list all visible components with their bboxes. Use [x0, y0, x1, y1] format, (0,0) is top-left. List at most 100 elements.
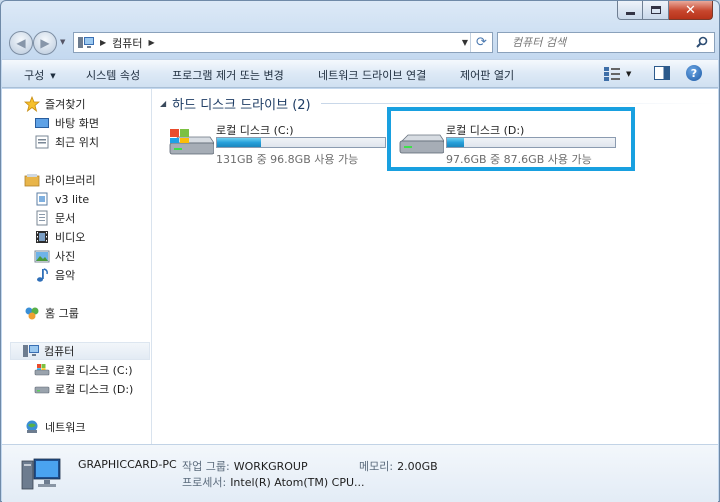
- processor-row: 프로세서: Intel(R) Atom(TM) CPU...: [182, 474, 365, 490]
- forward-button[interactable]: ▶: [33, 31, 57, 55]
- hard-drive-icon: [34, 386, 50, 394]
- command-bar: 구성 ▼ 시스템 속성 프로그램 제거 또는 변경 네트워크 드라이브 연결 제어…: [2, 59, 718, 88]
- processor-value: Intel(R) Atom(TM) CPU...: [230, 476, 365, 489]
- homegroup-icon: [25, 307, 39, 320]
- nav-item-label: 컴퓨터: [44, 345, 75, 358]
- library-icon: [24, 174, 40, 187]
- address-dropdown-icon[interactable]: ▼: [462, 38, 468, 47]
- map-network-drive-button[interactable]: 네트워크 드라이브 연결: [318, 67, 426, 83]
- desktop-icon: [35, 118, 49, 128]
- help-icon: ?: [690, 66, 698, 80]
- highlight-box: [387, 107, 635, 171]
- video-icon: [36, 231, 48, 243]
- back-button[interactable]: ◀: [9, 31, 33, 55]
- nav-item-videos[interactable]: 비디오: [34, 228, 85, 246]
- nav-item-recent-places[interactable]: 최근 위치: [34, 133, 99, 151]
- nav-item-label: 비디오: [55, 231, 86, 244]
- nav-item-pictures[interactable]: 사진: [34, 247, 75, 265]
- workgroup-label: 작업 그룹:: [182, 460, 230, 473]
- nav-item-label: 문서: [55, 212, 76, 225]
- pictures-icon: [34, 250, 50, 263]
- view-options-icon: [604, 67, 620, 81]
- open-control-panel-button[interactable]: 제어판 열기: [460, 67, 514, 83]
- group-header-divider: [320, 102, 716, 104]
- close-icon: ✕: [685, 2, 696, 18]
- drive-free-space: 131GB 중 96.8GB 사용 가능: [216, 153, 359, 166]
- nav-item-computer[interactable]: 컴퓨터: [10, 342, 150, 360]
- navigation-bar: ◀ ▶ ▼ ▶ 컴퓨터 ▶ ▼ ⟳: [7, 29, 715, 55]
- recent-pages-dropdown[interactable]: ▼: [60, 38, 65, 46]
- memory-label: 메모리:: [359, 460, 394, 473]
- change-view-button[interactable]: ▼: [604, 66, 634, 82]
- search-box[interactable]: [497, 32, 715, 53]
- refresh-icon: ⟳: [476, 35, 487, 50]
- nav-item-label: 라이브러리: [45, 174, 96, 187]
- details-pane: GRAPHICCARD-PC 작업 그룹: WORKGROUP 메모리: 2.00G…: [2, 444, 718, 502]
- nav-item-homegroup[interactable]: 홈 그룹: [24, 304, 79, 322]
- nav-item-label: 네트워크: [45, 421, 86, 434]
- collapse-triangle-icon[interactable]: ◢: [160, 99, 166, 108]
- nav-item-music[interactable]: 음악: [34, 266, 75, 284]
- nav-item-label: 즐겨찾기: [45, 98, 86, 111]
- uninstall-program-button[interactable]: 프로그램 제거 또는 변경: [172, 67, 284, 83]
- caption-buttons: ✕: [617, 1, 713, 20]
- workgroup-value: WORKGROUP: [233, 460, 308, 473]
- breadcrumb-computer[interactable]: 컴퓨터: [112, 35, 142, 51]
- minimize-button[interactable]: [617, 1, 643, 20]
- nav-item-libraries[interactable]: 라이브러리: [24, 171, 96, 189]
- preview-pane-button[interactable]: [654, 66, 670, 80]
- nav-item-favorites[interactable]: 즐겨찾기: [24, 95, 85, 113]
- processor-label: 프로세서:: [182, 476, 227, 489]
- minimize-icon: [625, 11, 635, 15]
- chevron-down-icon: ▼: [626, 70, 632, 78]
- nav-item-label: 바탕 화면: [55, 117, 99, 130]
- computer-icon: [21, 458, 61, 490]
- computer-name: GRAPHICCARD-PC: [78, 458, 177, 471]
- workgroup-row: 작업 그룹: WORKGROUP: [182, 458, 308, 474]
- star-icon: [24, 96, 40, 112]
- address-bar[interactable]: ▶ 컴퓨터 ▶ ▼ ⟳: [73, 32, 493, 53]
- navigation-pane: 즐겨찾기 바탕 화면 최근 위치 라이브러리 v3 lite 문서 비디오 사진…: [2, 89, 152, 444]
- system-drive-icon: [34, 364, 50, 376]
- library-folder-icon: [36, 192, 48, 206]
- nav-item-drive-c[interactable]: 로컬 디스크 (C:): [34, 361, 133, 379]
- system-drive-icon: [169, 129, 214, 155]
- documents-icon: [36, 210, 48, 226]
- group-header-label: 하드 디스크 드라이브 (2): [172, 97, 311, 113]
- maximize-button[interactable]: [643, 1, 669, 20]
- drive-usage-fill: [217, 138, 261, 147]
- nav-item-label: 홈 그룹: [45, 307, 79, 320]
- nav-item-label: 음악: [55, 269, 76, 282]
- search-icon[interactable]: [696, 36, 708, 48]
- breadcrumb-separator[interactable]: ▶: [100, 38, 106, 47]
- nav-item-label: 로컬 디스크 (C:): [55, 364, 133, 377]
- nav-item-network[interactable]: 네트워크: [24, 418, 85, 436]
- drive-item-c[interactable]: 로컬 디스크 (C:) 131GB 중 96.8GB 사용 가능: [168, 119, 396, 169]
- system-properties-button[interactable]: 시스템 속성: [86, 67, 140, 83]
- nav-item-documents[interactable]: 문서: [34, 209, 75, 227]
- nav-item-drive-d[interactable]: 로컬 디스크 (D:): [34, 380, 133, 398]
- organize-label: 구성: [24, 69, 45, 82]
- help-button[interactable]: ?: [686, 65, 702, 81]
- nav-item-label: v3 lite: [55, 192, 90, 206]
- music-icon: [37, 268, 48, 282]
- explorer-window: ✕ ◀ ▶ ▼ ▶ 컴퓨터 ▶ ▼ ⟳ 컴퓨터 검색 구성 ▼ 시스템 속성 프…: [0, 0, 720, 502]
- nav-item-label: 로컬 디스크 (D:): [55, 383, 134, 396]
- memory-row: 메모리: 2.00GB: [359, 458, 438, 474]
- close-button[interactable]: ✕: [669, 1, 713, 20]
- nav-item-label: 최근 위치: [55, 136, 99, 149]
- arrow-right-icon: ▶: [40, 36, 50, 50]
- recent-places-icon: [35, 135, 49, 149]
- organize-menu[interactable]: 구성 ▼: [24, 67, 56, 83]
- nav-item-v3lite[interactable]: v3 lite: [34, 190, 89, 208]
- arrow-left-icon: ◀: [16, 36, 26, 50]
- refresh-button[interactable]: ⟳: [470, 33, 492, 52]
- maximize-icon: [650, 6, 661, 14]
- computer-icon: [78, 36, 94, 48]
- memory-value: 2.00GB: [397, 460, 438, 473]
- nav-item-desktop[interactable]: 바탕 화면: [34, 114, 99, 132]
- computer-icon: [23, 345, 39, 357]
- network-icon: [26, 420, 38, 433]
- breadcrumb-separator[interactable]: ▶: [149, 38, 155, 47]
- search-input[interactable]: [512, 36, 682, 49]
